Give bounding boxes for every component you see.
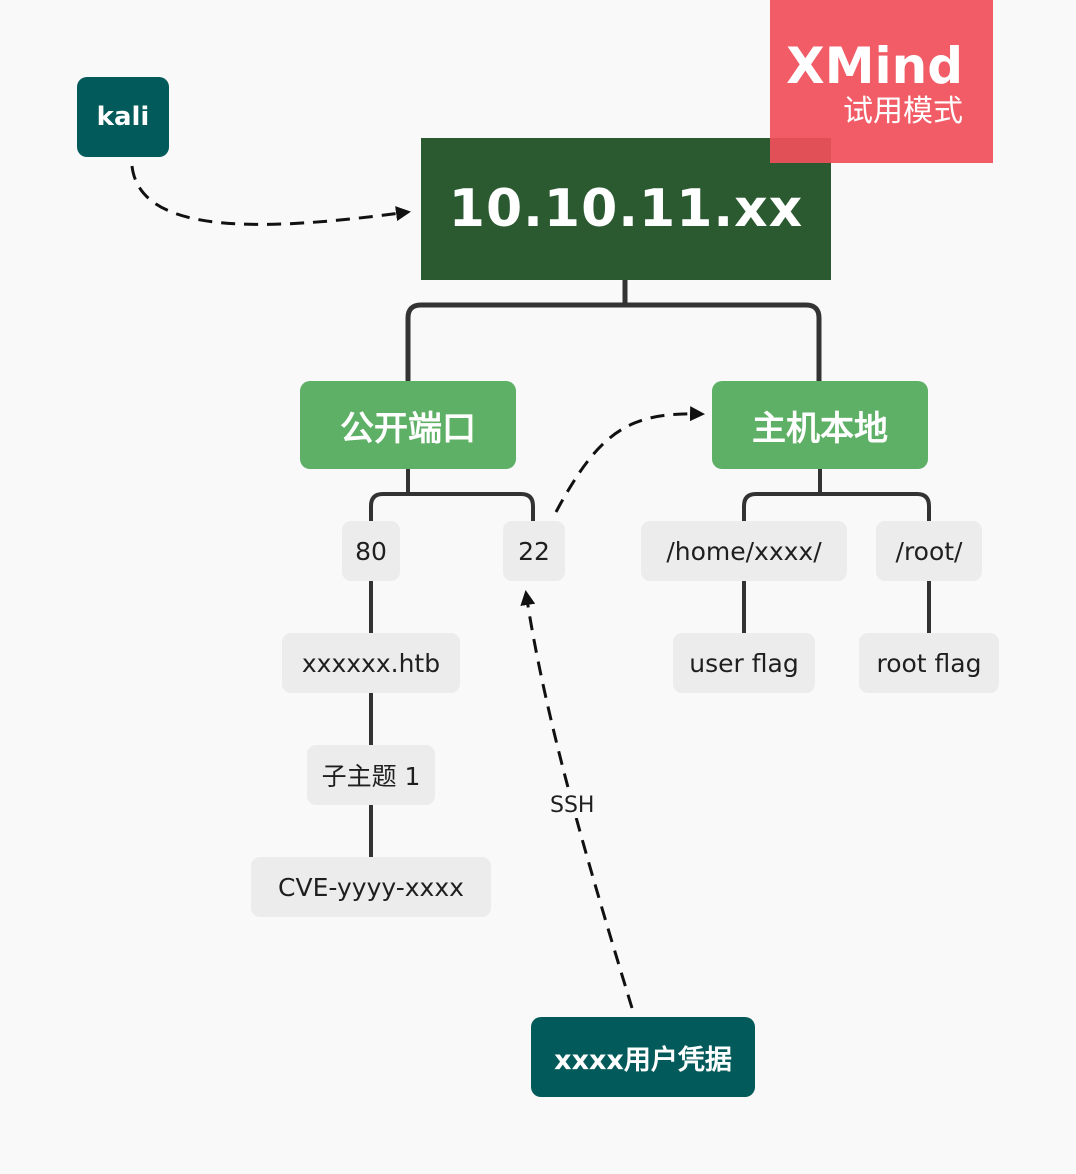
subtopic-home-dir[interactable]: /home/xxxx/ xyxy=(641,521,847,581)
subtopic-cve[interactable]: CVE-yyyy-xxxx xyxy=(251,857,491,917)
subtopic-port-80[interactable]: 80 xyxy=(342,521,400,581)
floating-topic-credentials[interactable]: xxxx用户凭据 xyxy=(531,1017,755,1097)
subtopic-root-dir[interactable]: /root/ xyxy=(876,521,982,581)
subtopic-user-flag[interactable]: user flag xyxy=(673,633,815,693)
topic-public-ports[interactable]: 公开端口 xyxy=(300,381,516,469)
trial-watermark: XMind 试用模式 xyxy=(770,0,993,163)
floating-topic-kali[interactable]: kali xyxy=(77,77,169,157)
subtopic-domain[interactable]: xxxxxx.htb xyxy=(282,633,460,693)
watermark-brand: XMind xyxy=(786,37,963,95)
kali-to-root-arrow xyxy=(130,165,411,226)
subtopic-port-22[interactable]: 22 xyxy=(503,521,565,581)
port22-to-host-arrow xyxy=(554,406,705,513)
watermark-mode: 试用模式 xyxy=(843,94,963,129)
relationship-label-ssh[interactable]: SSH xyxy=(548,793,597,818)
subtopic-root-flag[interactable]: root flag xyxy=(859,633,999,693)
topic-host-local[interactable]: 主机本地 xyxy=(712,381,928,469)
subtopic-generic[interactable]: 子主题 1 xyxy=(307,745,435,805)
